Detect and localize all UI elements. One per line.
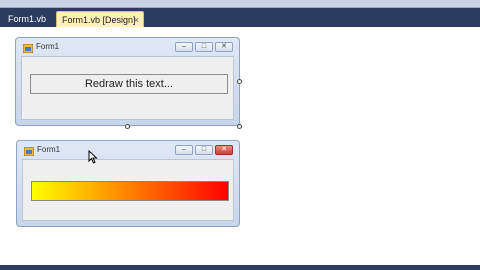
- resize-handle-right[interactable]: [237, 79, 242, 84]
- redraw-text-button[interactable]: Redraw this text...: [30, 74, 228, 94]
- maximize-icon[interactable]: □: [195, 42, 213, 52]
- tab-label: Form1.vb: [8, 14, 47, 24]
- minimize-icon[interactable]: –: [175, 145, 193, 155]
- window-bottom-border: [0, 265, 480, 270]
- close-icon[interactable]: ✕: [215, 145, 233, 155]
- close-icon[interactable]: ✕: [215, 42, 233, 52]
- document-tab-bar: Form1.vb Form1.vb [Design] ×: [0, 8, 480, 27]
- window-buttons: – □ ✕: [175, 42, 233, 52]
- form-client-area[interactable]: Redraw this text...: [21, 56, 234, 120]
- minimize-icon[interactable]: –: [175, 42, 193, 52]
- form-title: Form1: [37, 145, 61, 154]
- tab-label: Form1.vb [Design]: [62, 15, 136, 25]
- form1-designer-window[interactable]: Form1 – □ ✕ Redraw this text...: [15, 37, 240, 126]
- resize-handle-bottom[interactable]: [125, 124, 130, 129]
- mouse-cursor-icon: [88, 150, 98, 164]
- maximize-icon[interactable]: □: [195, 145, 213, 155]
- gradient-bar: [31, 181, 229, 201]
- tab-form1-code[interactable]: Form1.vb: [3, 11, 53, 27]
- window-buttons: – □ ✕: [175, 145, 233, 155]
- resize-handle-corner[interactable]: [237, 124, 242, 129]
- form-client-area: [22, 159, 234, 221]
- close-icon[interactable]: ×: [134, 12, 139, 28]
- tab-form1-design[interactable]: Form1.vb [Design] ×: [56, 11, 144, 27]
- form1-runtime-window[interactable]: Form1 – □ ✕: [16, 140, 240, 227]
- form-icon: [23, 44, 33, 53]
- form-icon: [24, 147, 34, 156]
- ide-toolbar: [0, 0, 480, 8]
- form-title: Form1: [36, 42, 60, 51]
